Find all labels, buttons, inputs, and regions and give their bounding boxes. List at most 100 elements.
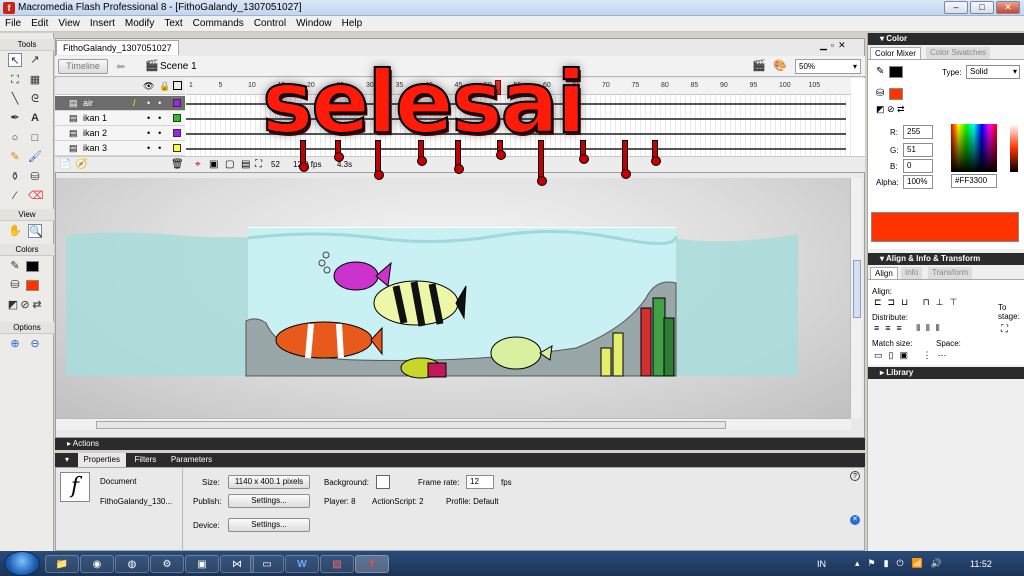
language-indicator[interactable]: IN: [817, 559, 826, 569]
visual-studio-taskbar-icon[interactable]: ⋈: [220, 555, 254, 573]
layer-row[interactable]: ▤ air / ••: [55, 96, 185, 111]
menu-edit[interactable]: Edit: [26, 16, 53, 31]
color-spectrum[interactable]: [951, 124, 997, 172]
line-tool-icon[interactable]: ╲: [8, 92, 22, 106]
edit-multiple-icon[interactable]: ▤: [241, 159, 250, 170]
paint-bucket-icon[interactable]: ⛁: [28, 170, 42, 184]
brightness-slider[interactable]: [1010, 124, 1018, 172]
vertical-scrollbar[interactable]: [850, 178, 862, 418]
eraser-icon[interactable]: ⌫: [28, 189, 44, 203]
color-tools-icons[interactable]: ◩ ⊘ ⇄: [876, 104, 905, 115]
green-input[interactable]: 51: [903, 143, 933, 157]
tab-info[interactable]: Info: [901, 267, 923, 279]
paint-taskbar-icon[interactable]: ▨: [320, 555, 354, 573]
layer-color-swatch[interactable]: [173, 114, 181, 122]
layer-color-swatch[interactable]: [173, 129, 181, 137]
layer-row[interactable]: ▤ ikan 1 ••: [55, 111, 185, 126]
scroll-thumb[interactable]: [853, 260, 861, 318]
zoom-select[interactable]: 50% ▾: [795, 59, 861, 74]
explorer-taskbar-icon[interactable]: 📁: [45, 555, 79, 573]
layer-row[interactable]: ▤ ikan 2 ••: [55, 126, 185, 141]
add-layer-icon[interactable]: 📄: [59, 159, 71, 170]
tab-parameters[interactable]: Parameters: [165, 453, 218, 467]
timeline-toggle-button[interactable]: Timeline: [58, 59, 108, 74]
collapse-icon[interactable]: ▾: [55, 453, 75, 467]
delete-layer-icon[interactable]: 🗑: [171, 159, 184, 170]
tab-filters[interactable]: Filters: [129, 453, 163, 467]
chrome-taskbar-icon[interactable]: ◉: [80, 555, 114, 573]
firefox-taskbar-icon[interactable]: ◍: [115, 555, 149, 573]
pencil-tool-icon[interactable]: ✎: [8, 150, 22, 164]
app-taskbar-icon[interactable]: ▣: [185, 555, 219, 573]
to-stage-button[interactable]: ⛶: [1001, 324, 1008, 335]
menu-text[interactable]: Text: [159, 16, 187, 31]
fill-color-icon[interactable]: ⛁: [8, 278, 22, 292]
menu-commands[interactable]: Commands: [188, 16, 249, 31]
frame-rate-input[interactable]: 12: [466, 475, 494, 489]
onion-skin-icon[interactable]: ▣: [209, 159, 218, 170]
zoom-tool-icon[interactable]: 🔍: [28, 224, 43, 238]
close-button[interactable]: ✕: [996, 1, 1020, 14]
stroke-swatch[interactable]: [889, 66, 903, 78]
stroke-color-swatch[interactable]: [26, 261, 39, 272]
help-icon[interactable]: ?: [850, 471, 860, 481]
menu-help[interactable]: Help: [337, 16, 368, 31]
onion-outline-icon[interactable]: ▢: [225, 159, 234, 170]
layer-row[interactable]: ▤ ikan 3 ••: [55, 141, 185, 156]
fill-transform-icon[interactable]: ▦: [28, 73, 42, 87]
stroke-color-icon[interactable]: ✎: [8, 259, 22, 273]
word-taskbar-icon[interactable]: W: [285, 555, 319, 573]
menu-file[interactable]: File: [0, 16, 26, 31]
maximize-button[interactable]: □: [970, 1, 994, 14]
taskbar-clock[interactable]: 11:52: [970, 559, 992, 569]
red-input[interactable]: 255: [903, 125, 933, 139]
device-settings-button[interactable]: Settings...: [228, 518, 310, 532]
ink-bottle-icon[interactable]: ⚱: [8, 170, 22, 184]
collapse-properties-icon[interactable]: ✕: [850, 515, 860, 525]
tray-icons[interactable]: ▴⚑▮⏻📶🔊: [855, 558, 950, 569]
tab-transform[interactable]: Transform: [928, 267, 973, 279]
hand-tool-icon[interactable]: ✋: [8, 224, 22, 238]
start-button[interactable]: [4, 551, 40, 576]
lock-icon[interactable]: 🔒: [159, 81, 170, 92]
add-guide-icon[interactable]: 🧭: [75, 159, 87, 170]
actions-panel-header[interactable]: ▸ Actions: [55, 438, 865, 450]
alpha-input[interactable]: 100%: [903, 175, 933, 189]
eyedropper-icon[interactable]: ⁄: [8, 189, 22, 203]
background-color-swatch[interactable]: [376, 475, 390, 489]
menu-control[interactable]: Control: [249, 16, 291, 31]
oval-tool-icon[interactable]: ○: [8, 131, 22, 145]
scroll-thumb[interactable]: [96, 421, 726, 429]
show-hide-icon[interactable]: 👁: [143, 81, 154, 92]
document-tab[interactable]: FithoGalandy_1307051027: [56, 40, 179, 55]
window-taskbar-icon[interactable]: ▭: [250, 555, 284, 573]
minimize-button[interactable]: –: [944, 1, 968, 14]
fill-swatch[interactable]: [889, 88, 903, 100]
document-size-button[interactable]: 1140 x 400.1 pixels: [228, 475, 310, 489]
text-tool-icon[interactable]: A: [28, 111, 42, 125]
pen-tool-icon[interactable]: ✒: [8, 111, 22, 125]
distribute-buttons[interactable]: ≡≡≡ ⫴⫴⫴: [874, 323, 946, 334]
flash-taskbar-icon[interactable]: f: [355, 555, 389, 573]
hex-input[interactable]: #FF3300: [951, 174, 997, 188]
edit-symbols-icon[interactable]: 🎨: [773, 59, 787, 72]
selection-tool-icon[interactable]: ↖: [8, 53, 22, 67]
menu-view[interactable]: View: [53, 16, 85, 31]
layer-color-swatch[interactable]: [173, 144, 181, 152]
edit-scene-icon[interactable]: 🎬: [752, 59, 766, 72]
lasso-tool-icon[interactable]: ᘓ: [28, 92, 42, 106]
tab-color-swatches[interactable]: Color Swatches: [926, 47, 991, 59]
menu-modify[interactable]: Modify: [120, 16, 159, 31]
blue-input[interactable]: 0: [903, 159, 933, 173]
color-panel-header[interactable]: ▾ Color: [868, 33, 1024, 45]
zoom-out-icon[interactable]: ⊖: [28, 337, 42, 351]
subselection-tool-icon[interactable]: ↗: [28, 53, 42, 67]
publish-settings-button[interactable]: Settings...: [228, 494, 310, 508]
free-transform-icon[interactable]: ⛶: [8, 73, 22, 87]
fill-color-swatch[interactable]: [26, 280, 39, 291]
center-frame-icon[interactable]: ⌖: [195, 159, 201, 170]
library-panel-header[interactable]: ▸ Library: [868, 367, 1024, 379]
align-buttons[interactable]: ⊏⊐⊔ ⊓⊥⊤: [874, 297, 963, 308]
back-arrow-icon[interactable]: ⬅: [116, 60, 125, 73]
document-window-controls[interactable]: ▁▫✕: [820, 40, 850, 51]
